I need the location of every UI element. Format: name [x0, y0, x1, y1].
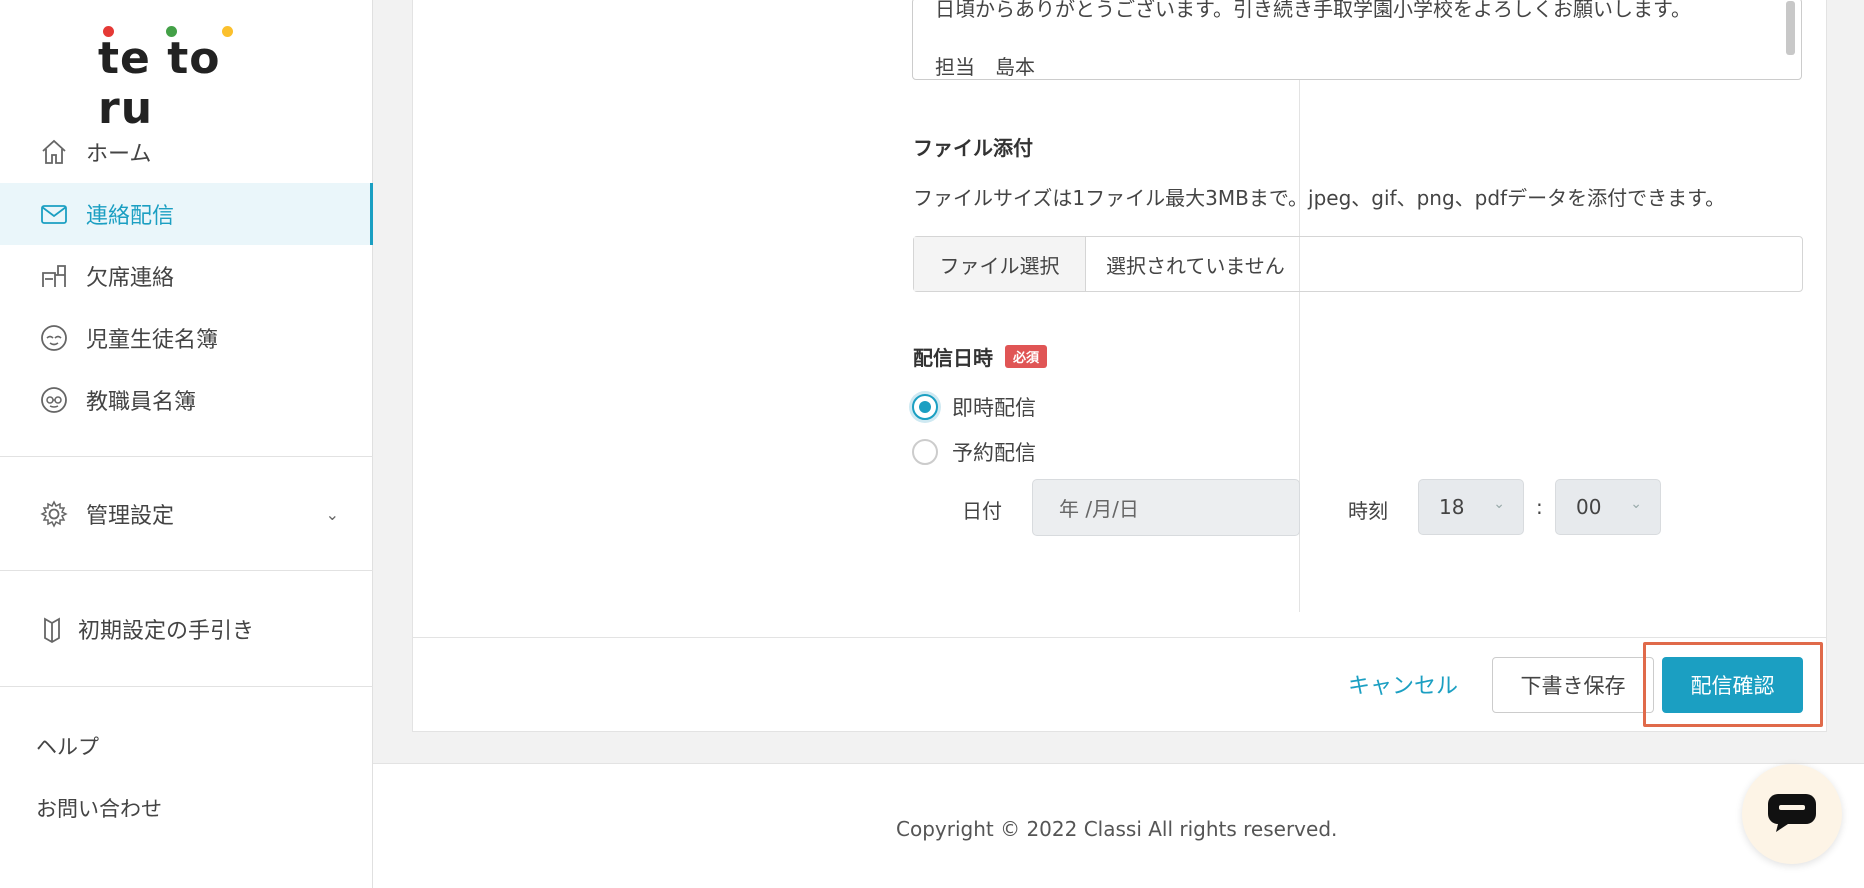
radio-immediate[interactable]: 即時配信 [912, 392, 1036, 422]
radio-button-checked[interactable] [912, 394, 938, 420]
sidebar-item-label: 連絡配信 [86, 204, 175, 229]
sidebar-item-absence[interactable]: 欠席連絡 [0, 245, 373, 307]
sidebar-item-label: 管理設定 [86, 504, 175, 529]
time-separator: : [1536, 495, 1543, 519]
chevron-down-icon: ⌄ [1493, 496, 1505, 512]
teacher-face-icon [38, 384, 70, 416]
attachment-note: ファイルサイズは1ファイル最大3MBまで。jpeg、gif、png、pdfデータ… [913, 186, 1726, 210]
sidebar-item-label: 初期設定の手引き [78, 619, 255, 644]
sidebar: te to ru ホーム 連絡配信 欠席連絡 児童生徒名簿 教職員名簿 管理設定… [0, 0, 373, 888]
file-status: 選択されていません [1106, 253, 1285, 278]
chat-button[interactable] [1742, 764, 1842, 864]
hour-select[interactable]: 18 ⌄ [1418, 479, 1524, 535]
required-badge: 必須 [1005, 345, 1048, 368]
cancel-button[interactable]: キャンセル [1348, 668, 1458, 700]
attachment-title: ファイル添付 [913, 136, 1033, 160]
message-form-card [412, 0, 1827, 732]
radio-button[interactable] [912, 439, 938, 465]
help-link[interactable]: ヘルプ [36, 731, 99, 761]
sidebar-item-label: 教職員名簿 [86, 390, 197, 415]
minute-value: 00 [1576, 495, 1602, 519]
copyright-text: Copyright © 2022 Classi All rights reser… [896, 817, 1338, 841]
message-line: 日頃からありがとうございます。引き続き手取学園小学校をよろしくお願いします。 [935, 0, 1691, 21]
sidebar-divider [0, 686, 373, 687]
file-input[interactable]: ファイル選択 選択されていません [913, 236, 1803, 292]
time-label: 時刻 [1348, 499, 1388, 523]
sidebar-item-label: 欠席連絡 [86, 266, 175, 291]
save-draft-button[interactable]: 下書き保存 [1492, 657, 1654, 713]
logo-text: te to ru [98, 33, 221, 134]
chevron-down-icon: ⌄ [325, 504, 339, 524]
sidebar-item-staff[interactable]: 教職員名簿 [0, 369, 373, 431]
sidebar-item-messages[interactable]: 連絡配信 [0, 183, 373, 245]
sidebar-item-students[interactable]: 児童生徒名簿 [0, 307, 373, 369]
date-input[interactable]: 年 /月/日 [1032, 479, 1300, 536]
sidebar-item-admin-settings[interactable]: 管理設定 ⌄ [0, 483, 373, 545]
sidebar-item-home[interactable]: ホーム [0, 121, 373, 183]
radio-scheduled[interactable]: 予約配信 [912, 437, 1036, 467]
minute-select[interactable]: 00 ⌄ [1555, 479, 1661, 535]
confirm-delivery-button[interactable]: 配信確認 [1662, 657, 1803, 713]
mail-icon [38, 198, 70, 230]
sidebar-item-label: 児童生徒名簿 [86, 328, 219, 353]
sidebar-divider [0, 570, 373, 571]
message-body-textarea[interactable]: 日頃からありがとうございます。引き続き手取学園小学校をよろしくお願いします。 担… [912, 0, 1802, 80]
chevron-down-icon: ⌄ [1630, 496, 1642, 512]
radio-label: 即時配信 [952, 396, 1036, 420]
file-select-button[interactable]: ファイル選択 [914, 237, 1086, 291]
delivery-title-text: 配信日時 [913, 346, 993, 370]
sidebar-item-setup-guide[interactable]: 初期設定の手引き [0, 598, 373, 660]
radio-label: 予約配信 [952, 441, 1036, 465]
message-line: 担当 島本 [935, 55, 1035, 79]
contact-link[interactable]: お問い合わせ [36, 793, 162, 823]
sidebar-divider [0, 456, 373, 457]
desk-icon [38, 260, 70, 292]
date-label: 日付 [962, 499, 1002, 523]
gear-icon [38, 498, 70, 530]
textarea-scrollbar[interactable] [1786, 1, 1795, 55]
home-icon [38, 136, 70, 168]
hour-value: 18 [1439, 495, 1465, 519]
sidebar-item-label: ホーム [86, 142, 152, 167]
book-icon [36, 613, 68, 645]
chat-icon [1766, 790, 1818, 838]
form-footer-divider [412, 637, 1827, 638]
tetoru-logo[interactable]: te to ru [98, 24, 278, 134]
student-face-icon [38, 322, 70, 354]
delivery-title: 配信日時 必須 [913, 342, 1048, 371]
